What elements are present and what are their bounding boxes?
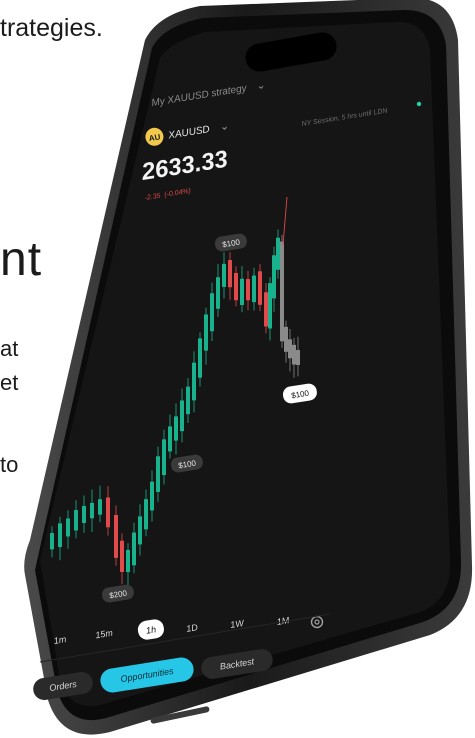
candle-body <box>288 339 292 359</box>
candle-body <box>186 386 190 415</box>
candle-body <box>222 263 226 287</box>
candle-body <box>162 439 166 476</box>
candle-body <box>174 416 178 441</box>
candle-body <box>198 338 202 378</box>
candle-body <box>126 549 130 573</box>
session-status-dot <box>416 101 422 107</box>
candle-body <box>296 350 300 365</box>
timeframe-label: 1h <box>145 624 156 635</box>
instrument-badge-text: AU <box>148 132 161 143</box>
candle-body <box>204 314 208 351</box>
candle-body <box>272 255 276 299</box>
timeframe-1d[interactable]: 1D <box>186 622 199 634</box>
candle-body <box>120 540 124 572</box>
candle-body <box>240 278 244 305</box>
candle-body <box>138 516 142 545</box>
timeframe-1m[interactable]: 1m <box>53 634 67 646</box>
candle-body <box>66 518 70 537</box>
candle-body <box>234 272 238 301</box>
candle-body <box>114 514 118 558</box>
candle-body <box>132 532 136 566</box>
candle-body <box>90 502 94 519</box>
candle-body <box>292 344 296 365</box>
candle-body <box>268 283 272 329</box>
candle-body <box>228 260 232 288</box>
candle-body <box>264 292 268 327</box>
candle-body <box>258 271 262 305</box>
timeframe-label: 1m <box>53 634 67 646</box>
candle-body <box>216 277 220 309</box>
candle-body <box>280 241 284 342</box>
timeframe-label: 1D <box>186 622 199 634</box>
candle-body <box>156 456 160 492</box>
candle-body <box>82 505 86 523</box>
candle-body <box>150 481 154 511</box>
candle-body <box>144 499 148 530</box>
phone-mockup: My XAUUSD strategy ⌄ NY Session, 5 hrs u… <box>24 0 473 735</box>
candle-body <box>284 326 288 352</box>
candle-body <box>192 362 196 401</box>
candle-body <box>180 400 184 432</box>
candle-body <box>50 533 54 550</box>
candle-body <box>98 499 102 515</box>
candle-body <box>246 279 250 301</box>
candle-body <box>252 275 256 303</box>
candle-body <box>58 523 62 548</box>
candle-body <box>74 510 78 531</box>
candle-body <box>276 237 280 270</box>
candle-body <box>210 293 214 332</box>
candle-body <box>168 426 172 452</box>
candle-body <box>106 497 110 528</box>
